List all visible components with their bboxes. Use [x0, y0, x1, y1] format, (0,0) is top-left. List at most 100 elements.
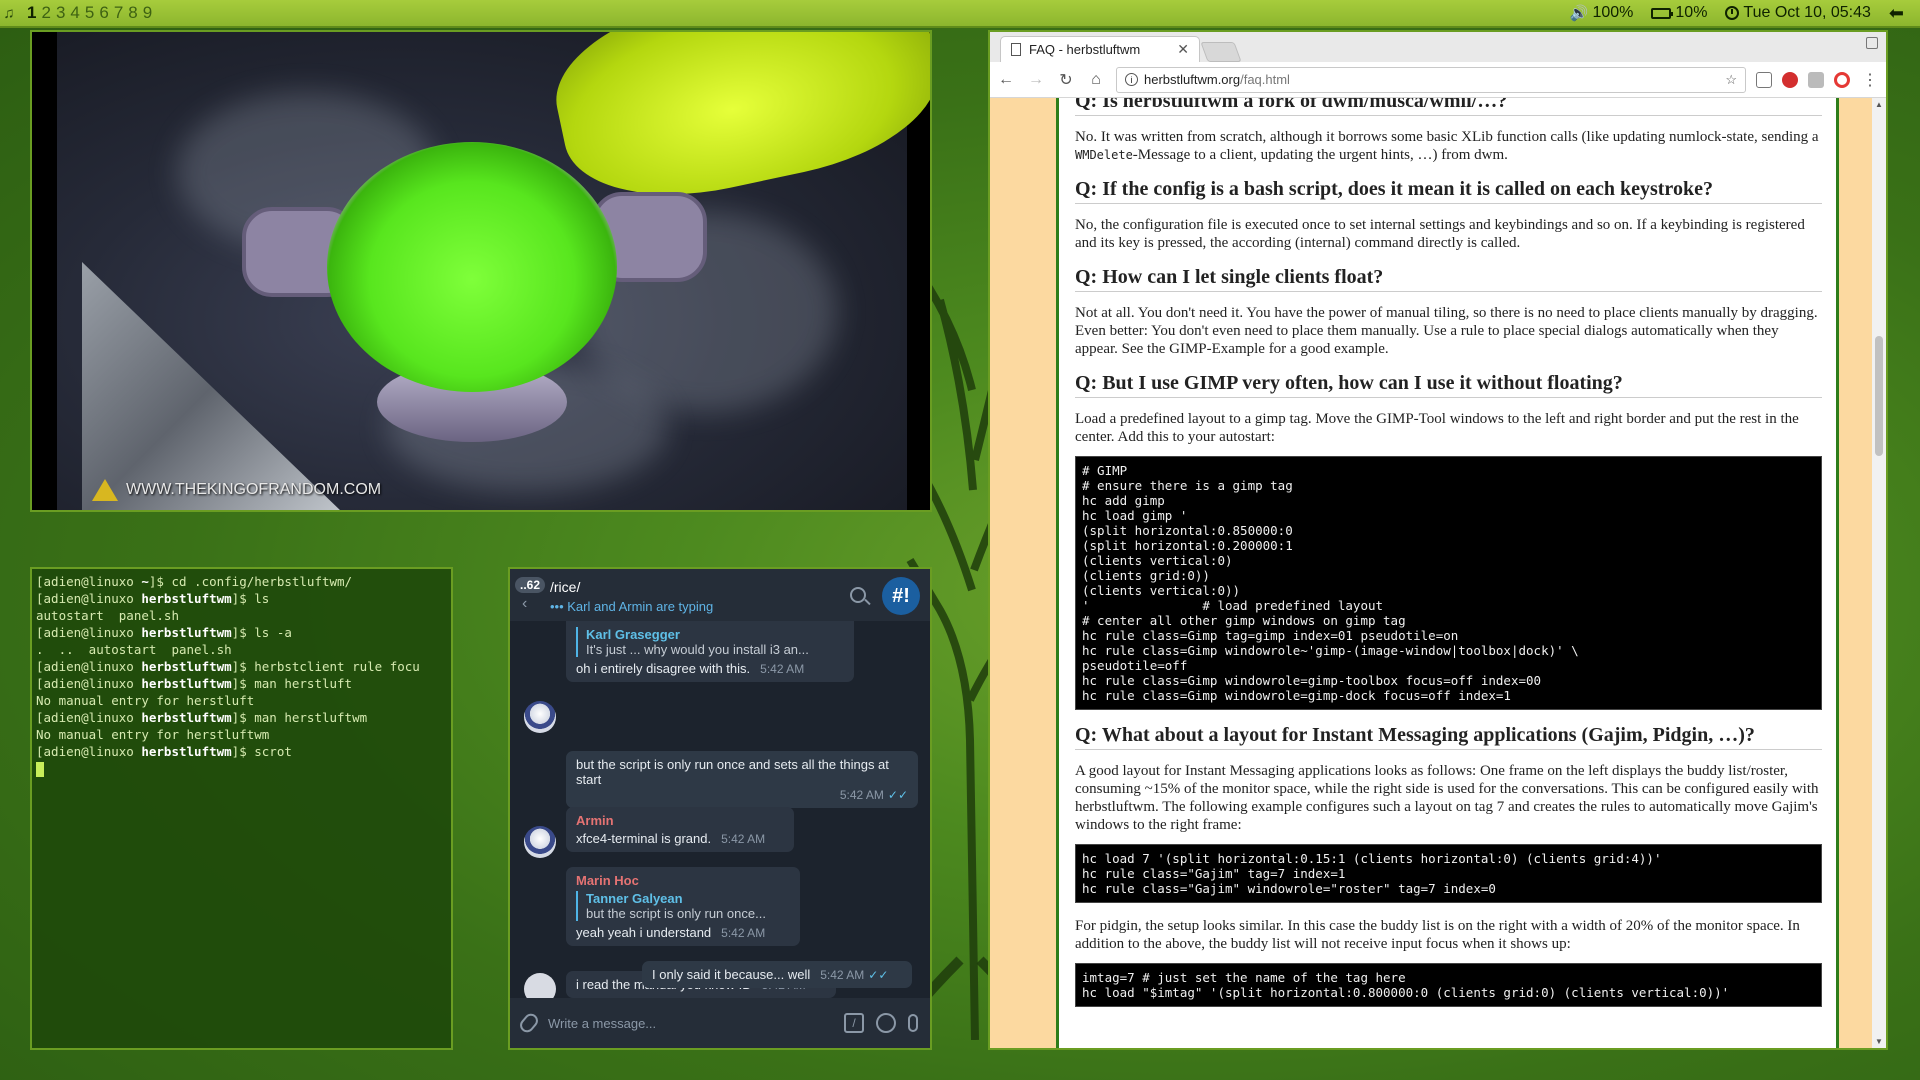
faq-question: Q: Is herbstluftwm a fork of dwm/musca/w…	[1075, 98, 1822, 116]
window-lock-icon[interactable]	[1866, 37, 1878, 49]
extension-gear-icon[interactable]	[1782, 71, 1798, 88]
volume-indicator[interactable]: 🔊 100%	[1570, 4, 1634, 22]
speaker-icon: 🔊	[1569, 5, 1589, 22]
opera-icon[interactable]	[1834, 71, 1850, 88]
message-time: 5:42 AM	[721, 926, 766, 940]
page-viewport[interactable]: Q: Is herbstluftwm a fork of dwm/musca/w…	[990, 98, 1886, 1048]
message-bubble-outgoing[interactable]: but the script is only run once and sets…	[566, 751, 918, 808]
chat-title[interactable]: /rice/	[550, 579, 580, 595]
code-block[interactable]: imtag=7 # just set the name of the tag h…	[1075, 963, 1822, 1007]
terminal-cursor-line[interactable]	[36, 760, 447, 777]
read-checkmark-icon: ✓✓	[887, 788, 908, 802]
message-time: 5:42 AM	[721, 832, 766, 846]
diamond-plate-surface	[82, 262, 342, 510]
code-block[interactable]: # GIMP # ensure there is a gimp tag hc a…	[1075, 456, 1822, 710]
music-note-icon[interactable]: ♫	[0, 4, 18, 22]
reply-quote[interactable]: Tanner Galyean but the script is only ru…	[576, 891, 790, 921]
video-watermark: WWW.THEKINGOFRANDOM.COM	[92, 479, 381, 501]
faq-question: Q: How can I let single clients float?	[1075, 266, 1822, 292]
reply-quote[interactable]: Karl Grasegger It's just ... why would y…	[576, 627, 844, 657]
attach-icon[interactable]	[517, 1010, 541, 1036]
sender-name[interactable]: Armin	[576, 813, 784, 828]
faq-answer: No. It was written from scratch, althoug…	[1075, 129, 1819, 163]
scrollbar-thumb[interactable]	[1875, 336, 1883, 456]
tag-3[interactable]: 3	[55, 3, 66, 23]
avatar[interactable]	[524, 826, 556, 858]
tag-4[interactable]: 4	[69, 3, 80, 23]
clock[interactable]: Tue Oct 10, 05:43	[1725, 4, 1871, 22]
scrollbar[interactable]: ▲ ▼	[1872, 98, 1886, 1048]
bot-command-icon[interactable]: /	[844, 1013, 864, 1033]
reload-icon[interactable]: ↻	[1056, 70, 1076, 90]
tab-strip: FAQ - herbstluftwm ✕	[990, 32, 1886, 62]
message-input[interactable]: Write a message...	[548, 1016, 832, 1031]
message-bubble[interactable]: Karl Grasegger It's just ... why would y…	[566, 621, 854, 682]
arrow-left-icon[interactable]: ⬅	[1889, 3, 1910, 24]
forward-icon[interactable]: →	[1026, 71, 1046, 89]
terminal-command-line: [adien@linuxo herbstluftwm]$ man herstlu…	[36, 676, 353, 691]
avatar[interactable]	[524, 701, 556, 733]
message-list[interactable]: Karl Grasegger It's just ... why would y…	[510, 621, 930, 1005]
faq-answer: Not at all. You don't need it. You have …	[1075, 305, 1818, 357]
bookmark-star-icon[interactable]: ☆	[1725, 72, 1737, 88]
tag-8[interactable]: 8	[127, 3, 138, 23]
scroll-up-icon[interactable]: ▲	[1875, 100, 1883, 109]
message-text: yeah yeah i understand	[576, 925, 712, 940]
page-icon	[1011, 43, 1021, 56]
back-arrow-icon[interactable]: ‹	[522, 595, 527, 613]
browser-window[interactable]: FAQ - herbstluftwm ✕ ← → ↻ ⌂ i herbstluf…	[988, 30, 1888, 1050]
faq-question: Q: If the config is a bash script, does …	[1075, 178, 1822, 204]
top-panel: ♫ 1 2 3 4 5 6 7 8 9 🔊 100% 10% Tue Oct 10…	[0, 0, 1920, 28]
clock-value: Tue Oct 10, 05:43	[1743, 4, 1871, 21]
telegram-window[interactable]: ..62 ‹ /rice/ ••• Karl and Armin are typ…	[508, 567, 932, 1050]
message-text: xfce4-terminal is grand.	[576, 831, 712, 846]
message-text: I only said it because... well	[652, 967, 811, 982]
browser-toolbar: ← → ↻ ⌂ i herbstluftwm.org/faq.html ☆ ⋮	[990, 62, 1886, 98]
typing-indicator: ••• Karl and Armin are typing	[550, 599, 714, 614]
close-tab-icon[interactable]: ✕	[1177, 41, 1189, 58]
address-bar[interactable]: i herbstluftwm.org/faq.html ☆	[1116, 66, 1746, 93]
status-area: 🔊 100% 10% Tue Oct 10, 05:43 ⬅	[1570, 3, 1920, 24]
video-player-window[interactable]: WWW.THEKINGOFRANDOM.COM	[30, 30, 932, 512]
tag-9[interactable]: 9	[142, 3, 153, 23]
battery-indicator[interactable]: 10%	[1651, 4, 1707, 22]
video-frame	[57, 32, 930, 510]
info-icon[interactable]: i	[1125, 73, 1138, 86]
glowing-bowl	[327, 142, 617, 392]
terminal-window[interactable]: [adien@linuxo ~]$ cd .config/herbstluftw…	[30, 567, 453, 1050]
tag-5[interactable]: 5	[84, 3, 95, 23]
tag-7[interactable]: 7	[113, 3, 124, 23]
read-checkmark-icon: ✓✓	[868, 968, 889, 982]
menu-icon[interactable]: ⋮	[1860, 70, 1880, 90]
terminal-output-line: . .. autostart panel.sh	[36, 642, 232, 657]
terminal-command-line: [adien@linuxo herbstluftwm]$ ls	[36, 591, 270, 606]
tab-faq[interactable]: FAQ - herbstluftwm ✕	[1000, 36, 1200, 62]
search-icon[interactable]	[850, 587, 866, 603]
message-text: but the script is only run once and sets…	[576, 757, 889, 787]
message-bubble-outgoing[interactable]: I only said it because... well 5:42 AM ✓✓	[642, 961, 912, 988]
new-tab-button[interactable]	[1200, 42, 1242, 62]
volume-value: 100%	[1592, 4, 1634, 21]
tag-6[interactable]: 6	[98, 3, 109, 23]
emoji-icon[interactable]	[876, 1013, 896, 1033]
reply-text: It's just ... why would you install i3 a…	[586, 642, 809, 657]
code-block[interactable]: hc load 7 '(split horizontal:0.15:1 (cli…	[1075, 844, 1822, 903]
message-bubble[interactable]: Armin xfce4-terminal is grand. 5:42 AM	[566, 807, 794, 852]
reply-author: Karl Grasegger	[586, 627, 680, 642]
extension-mail-icon[interactable]	[1808, 71, 1824, 88]
scroll-down-icon[interactable]: ▼	[1875, 1037, 1883, 1046]
terminal-output-line: autostart panel.sh	[36, 608, 179, 623]
chat-avatar[interactable]: #!	[882, 577, 920, 615]
tag-2[interactable]: 2	[40, 3, 51, 23]
message-bubble[interactable]: Marin Hoc Tanner Galyean but the script …	[566, 867, 800, 946]
tag-1[interactable]: 1	[26, 3, 37, 23]
home-icon[interactable]: ⌂	[1086, 71, 1106, 89]
reply-text: but the script is only run once...	[586, 906, 766, 921]
back-icon[interactable]: ←	[996, 71, 1016, 89]
battery-icon	[1651, 7, 1674, 19]
microphone-icon[interactable]	[908, 1014, 918, 1032]
yellow-jug	[541, 32, 930, 220]
watermark-text: WWW.THEKINGOFRANDOM.COM	[126, 481, 382, 498]
sender-name[interactable]: Marin Hoc	[576, 873, 790, 888]
extension-icon[interactable]	[1756, 71, 1772, 88]
